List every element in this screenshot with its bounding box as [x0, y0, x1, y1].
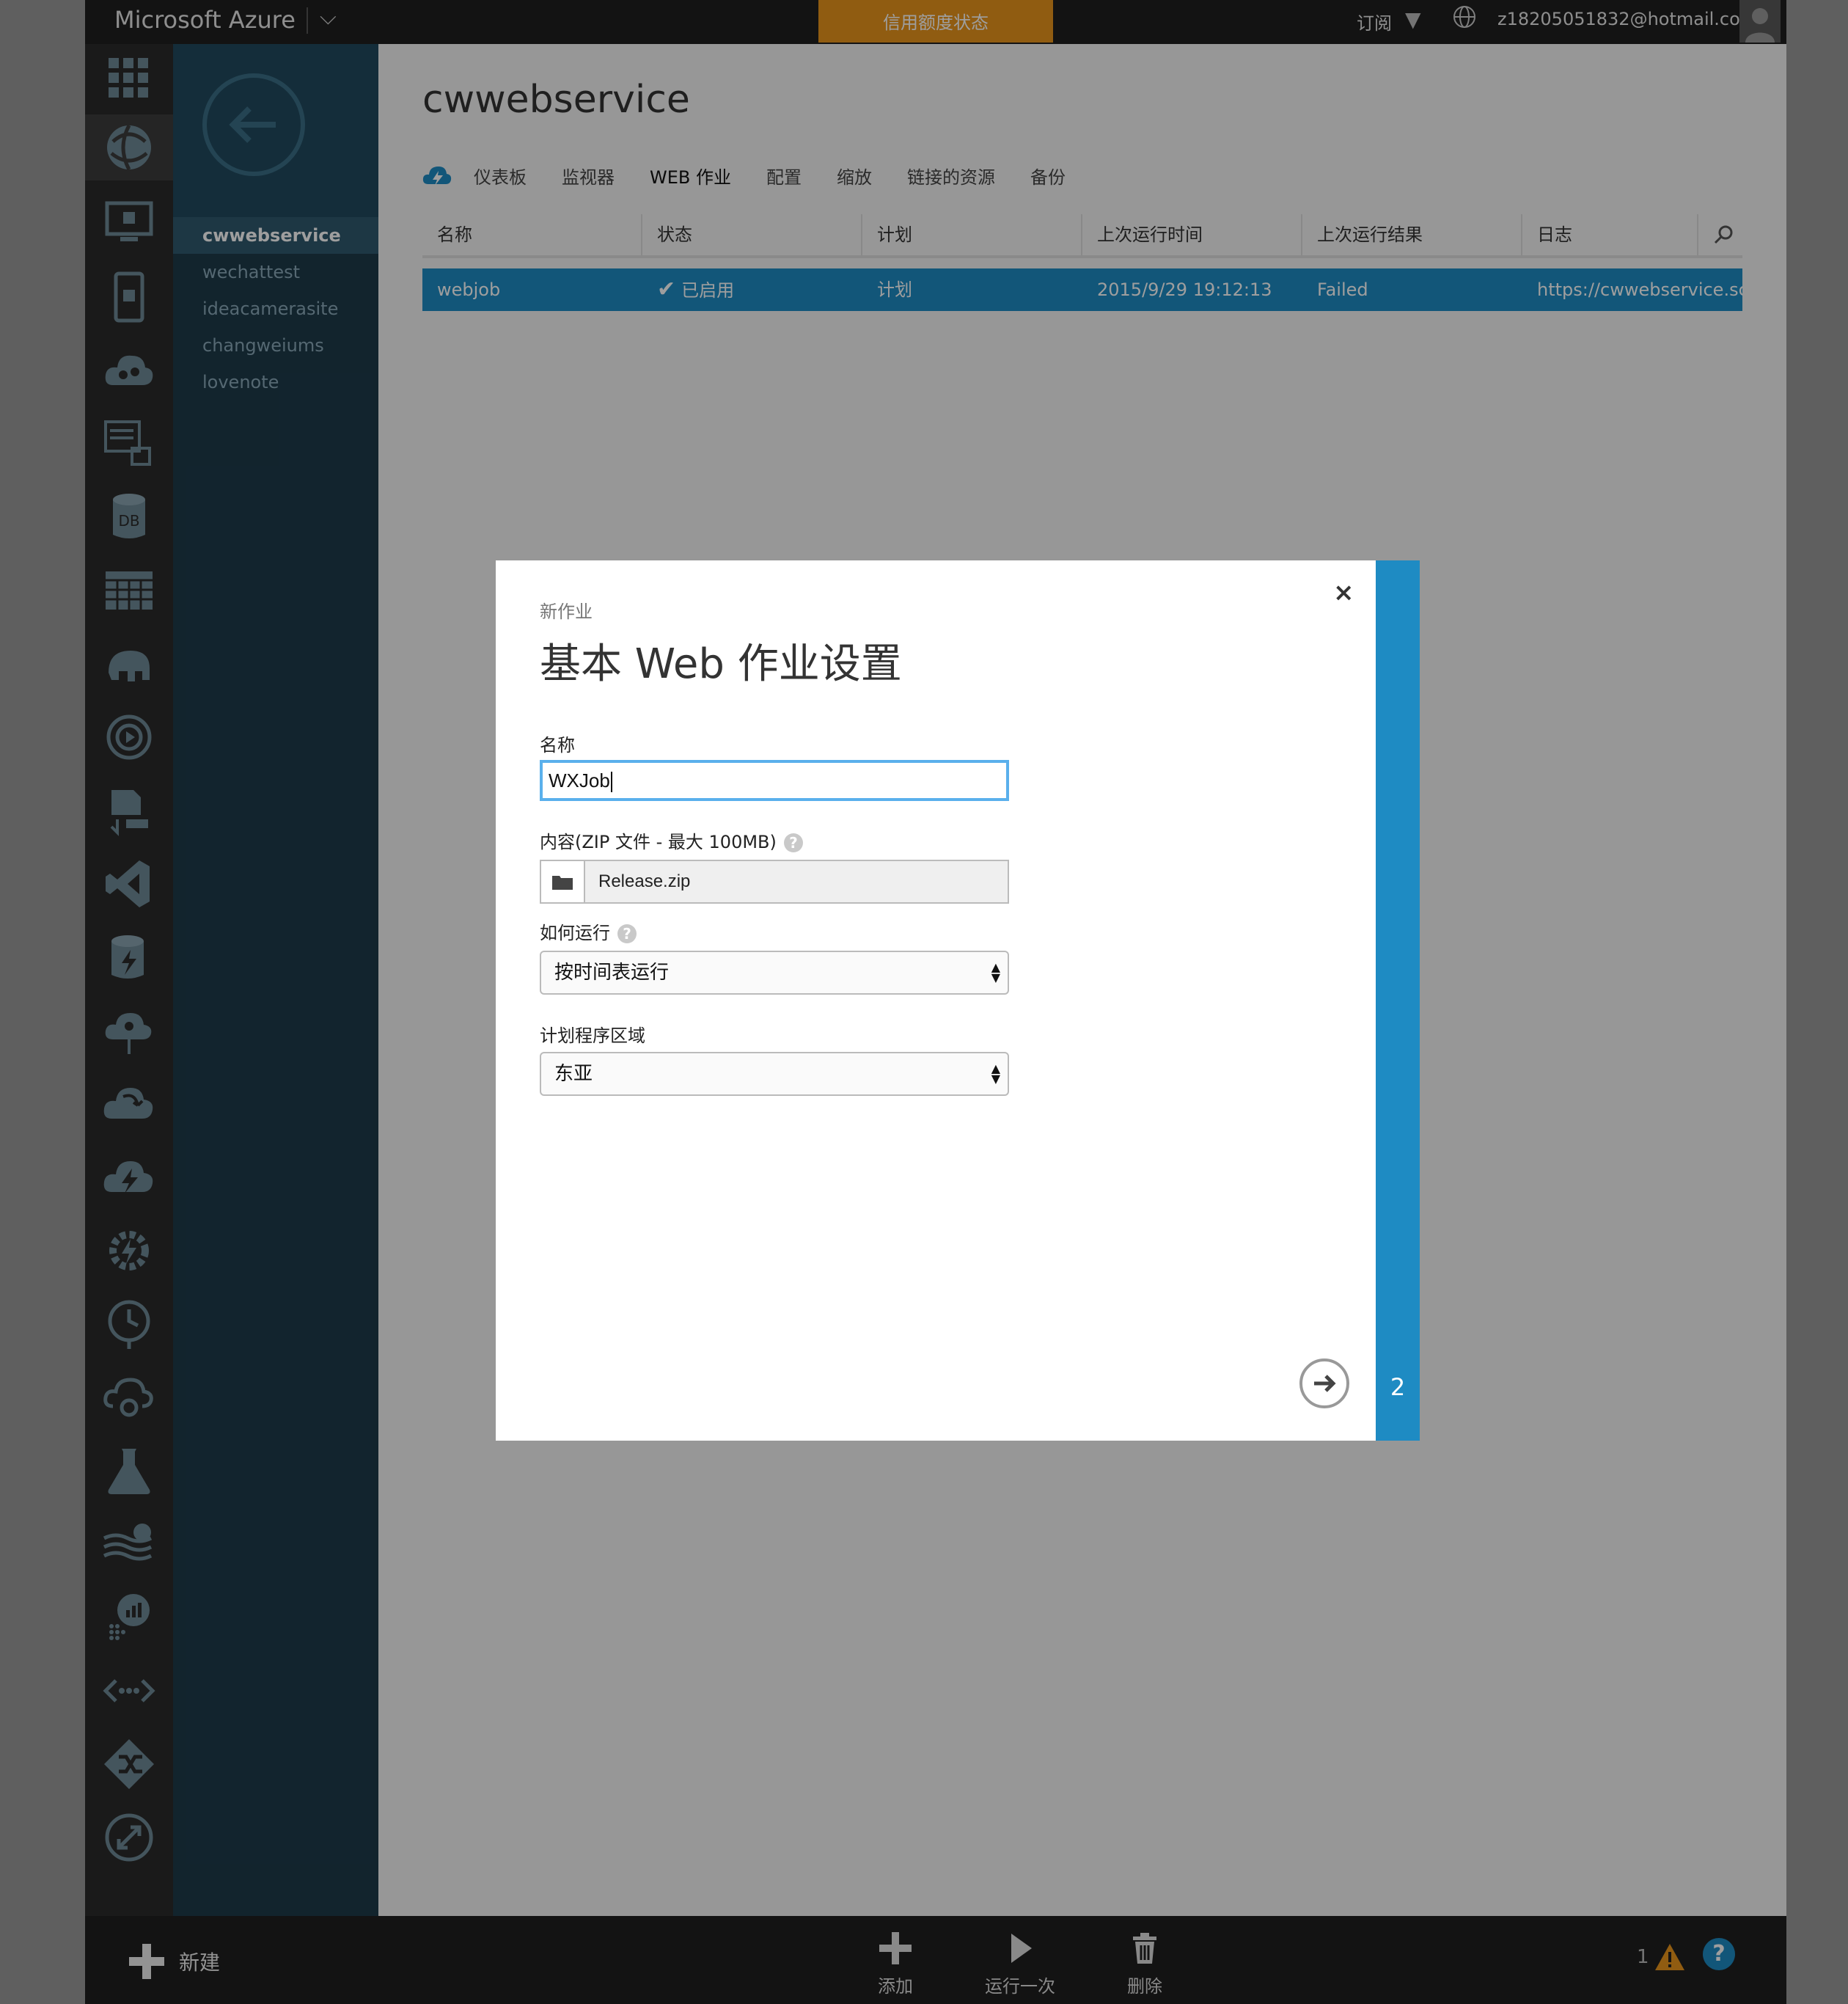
- help-icon[interactable]: ?: [617, 924, 637, 943]
- file-upload-field[interactable]: Release.zip: [540, 860, 1009, 904]
- new-webjob-dialog: × 新作业 基本 Web 作业设置 名称 WXJob 内容(ZIP 文件 - 最…: [496, 560, 1420, 1441]
- close-icon[interactable]: ×: [1333, 578, 1354, 607]
- select-arrows-icon: ▲ ▼: [991, 1061, 1000, 1086]
- help-icon[interactable]: ?: [783, 833, 803, 852]
- scheduler-region-value: 东亚: [554, 1063, 593, 1085]
- next-button[interactable]: [1299, 1358, 1349, 1408]
- name-input[interactable]: WXJob: [540, 760, 1009, 801]
- wizard-progress-strip: 2: [1376, 560, 1420, 1441]
- dialog-title: 基本 Web 作业设置: [540, 640, 902, 688]
- scheduler-region-label: 计划程序区域: [540, 1025, 645, 1046]
- step-number: 2: [1390, 1373, 1406, 1401]
- arrow-right-icon: [1314, 1375, 1336, 1392]
- select-arrows-icon: ▲ ▼: [991, 960, 1000, 984]
- scheduler-region-select[interactable]: 东亚 ▲ ▼: [540, 1052, 1009, 1096]
- how-to-run-label-text: 如何运行: [540, 923, 610, 943]
- how-to-run-value: 按时间表运行: [554, 962, 670, 984]
- file-name: Release.zip: [598, 871, 691, 891]
- name-label: 名称: [540, 735, 575, 756]
- dialog-kicker: 新作业: [540, 601, 593, 622]
- content-label: 内容(ZIP 文件 - 最大 100MB)?: [540, 827, 803, 853]
- how-to-run-select[interactable]: 按时间表运行 ▲ ▼: [540, 951, 1009, 995]
- content-label-text: 内容(ZIP 文件 - 最大 100MB): [540, 832, 777, 852]
- how-to-run-label: 如何运行?: [540, 918, 637, 944]
- folder-icon: [552, 876, 573, 890]
- browse-button[interactable]: [541, 861, 585, 902]
